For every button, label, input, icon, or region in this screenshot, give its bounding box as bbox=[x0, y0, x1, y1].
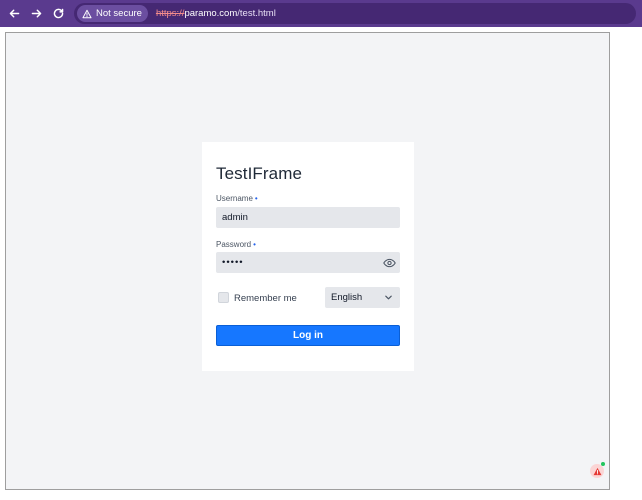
password-label: Password • bbox=[216, 240, 256, 249]
security-label: Not secure bbox=[96, 8, 142, 19]
page-title: TestIFrame bbox=[216, 164, 303, 183]
username-label: Username • bbox=[216, 194, 258, 203]
url-text[interactable]: https://paramo.com/test.html bbox=[156, 8, 276, 19]
login-card: TestIFrame Username• Password• Remember … bbox=[202, 142, 414, 371]
alert-icon bbox=[593, 467, 601, 475]
language-selected: English bbox=[331, 292, 363, 303]
warning-triangle-icon bbox=[82, 9, 92, 18]
login-button[interactable]: Log in bbox=[216, 325, 400, 346]
chevron-down-icon bbox=[385, 295, 392, 300]
remember-me-label[interactable]: Remember me bbox=[234, 293, 297, 304]
username-input[interactable] bbox=[216, 207, 400, 228]
browser-toolbar: Not secure https://paramo.com/test.html bbox=[0, 0, 642, 27]
alert-status-dot bbox=[601, 462, 605, 466]
security-chip[interactable]: Not secure bbox=[77, 5, 148, 22]
forward-button[interactable] bbox=[26, 4, 46, 24]
arrow-left-icon bbox=[9, 9, 19, 18]
arrow-right-icon bbox=[31, 9, 41, 18]
remember-me-checkbox[interactable] bbox=[218, 292, 229, 303]
extension-alert-button[interactable] bbox=[590, 464, 604, 478]
reload-button[interactable] bbox=[48, 4, 68, 24]
password-input[interactable] bbox=[216, 252, 400, 273]
required-mark: • bbox=[253, 240, 256, 249]
language-select[interactable]: English bbox=[325, 287, 400, 308]
required-mark: • bbox=[254, 194, 258, 203]
url-scheme: https:// bbox=[155, 8, 185, 19]
page-viewport: TestIFrame Username• Password• Remember … bbox=[5, 32, 610, 490]
show-password-toggle[interactable] bbox=[383, 257, 396, 268]
back-button[interactable] bbox=[4, 4, 24, 24]
reload-icon bbox=[53, 8, 63, 19]
url-host: paramo.com bbox=[184, 8, 238, 19]
eye-icon bbox=[383, 258, 396, 267]
address-bar[interactable]: Not secure https://paramo.com/test.html bbox=[74, 3, 636, 24]
url-path: /test.html bbox=[237, 8, 276, 19]
